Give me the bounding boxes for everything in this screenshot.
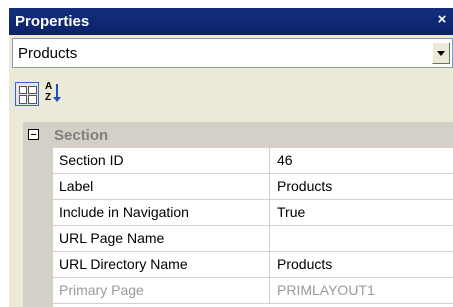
property-name: URL Page Name — [59, 230, 165, 246]
property-value[interactable]: Products — [277, 256, 332, 272]
categorized-view-icon[interactable] — [15, 82, 39, 106]
property-row[interactable]: Label Products — [53, 174, 453, 200]
properties-window: Properties × Products A Z Section Sectio… — [9, 8, 453, 307]
chevron-down-icon[interactable] — [432, 42, 450, 64]
category-label: Section — [54, 127, 109, 144]
collapse-icon[interactable] — [28, 129, 39, 140]
property-grid: Section Section ID 46 Label Products Inc… — [23, 122, 453, 307]
object-selector-dropdown[interactable]: Products — [12, 38, 453, 68]
property-row[interactable]: URL Directory Name Products — [53, 252, 453, 278]
property-row[interactable]: Section ID 46 — [53, 148, 453, 174]
object-selector-value: Products — [18, 45, 78, 62]
alphabetical-sort-icon[interactable]: A Z — [42, 82, 66, 106]
property-value[interactable]: 46 — [277, 152, 293, 168]
property-name: URL Directory Name — [59, 256, 188, 272]
property-value[interactable]: Products — [277, 178, 332, 194]
property-row[interactable]: URL Page Name — [53, 226, 453, 252]
property-value[interactable]: PRIMLAYOUT1 — [277, 282, 375, 298]
property-row[interactable]: Primary Page PRIMLAYOUT1 — [53, 278, 453, 304]
property-value[interactable]: True — [277, 204, 305, 220]
window-title: Properties — [15, 13, 90, 30]
property-name: Section ID — [59, 152, 124, 168]
grid-margin — [23, 148, 53, 307]
category-row-section[interactable]: Section — [23, 122, 453, 148]
property-name: Include in Navigation — [59, 204, 189, 220]
title-bar: Properties × — [9, 8, 453, 35]
property-row[interactable]: Include in Navigation True — [53, 200, 453, 226]
close-icon[interactable]: × — [434, 11, 450, 29]
sort-arrow-icon — [53, 84, 61, 102]
properties-toolbar: A Z — [9, 72, 453, 112]
property-name: Primary Page — [59, 282, 144, 298]
property-name: Label — [59, 178, 94, 194]
